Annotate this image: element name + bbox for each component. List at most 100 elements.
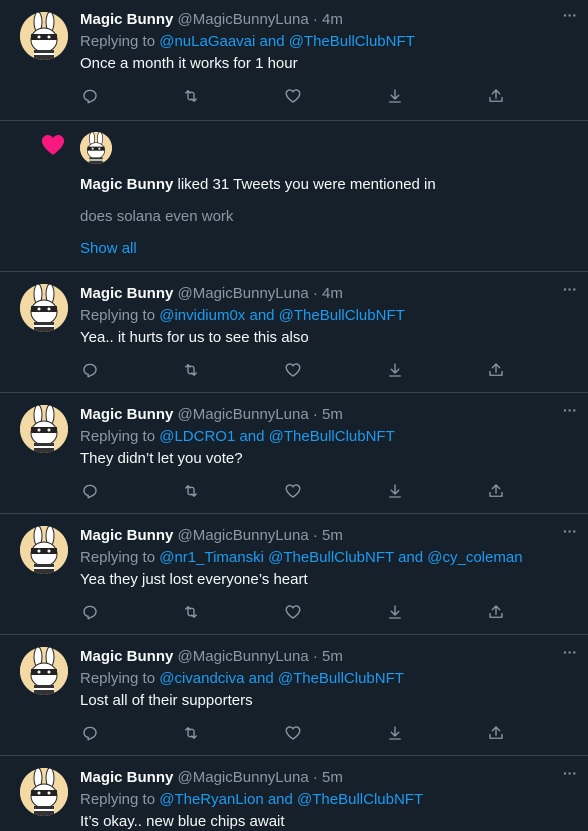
share-icon bbox=[489, 89, 503, 102]
replying-to: Replying to @TheRyanLion and @TheBullClu… bbox=[80, 790, 423, 810]
replying-prefix: Replying to bbox=[80, 33, 160, 50]
like-button[interactable] bbox=[283, 360, 303, 380]
display-name[interactable]: Magic Bunny bbox=[80, 406, 173, 423]
display-name[interactable]: Magic Bunny bbox=[80, 648, 173, 665]
reply-icon bbox=[83, 363, 97, 378]
more-options-button[interactable]: ··· bbox=[560, 524, 580, 546]
tweet-header: Magic Bunny @MagicBunnyLuna · 4m bbox=[80, 284, 343, 304]
like-notification[interactable]: Magic Bunny liked 31 Tweets you were men… bbox=[0, 121, 588, 272]
retweet-button[interactable] bbox=[181, 481, 201, 501]
download-button[interactable] bbox=[385, 360, 405, 380]
tweet-actions bbox=[80, 723, 510, 743]
retweet-icon bbox=[185, 485, 197, 497]
download-button[interactable] bbox=[385, 481, 405, 501]
tweet-text: Yea they just lost everyone’s heart bbox=[80, 571, 308, 588]
timestamp[interactable]: 5m bbox=[322, 527, 343, 544]
timestamp[interactable]: 5m bbox=[322, 769, 343, 786]
download-button[interactable] bbox=[385, 602, 405, 622]
retweet-button[interactable] bbox=[181, 360, 201, 380]
reply-button[interactable] bbox=[80, 723, 100, 743]
avatar[interactable] bbox=[20, 284, 68, 332]
tweet[interactable]: Magic Bunny @MagicBunnyLuna · 4m ··· Rep… bbox=[0, 272, 588, 393]
user-handle[interactable]: @MagicBunnyLuna bbox=[178, 527, 309, 544]
more-options-button[interactable]: ··· bbox=[560, 645, 580, 667]
download-icon bbox=[389, 363, 401, 377]
replying-prefix: Replying to bbox=[80, 549, 160, 566]
download-button[interactable] bbox=[385, 723, 405, 743]
share-icon bbox=[489, 726, 503, 739]
like-button[interactable] bbox=[283, 602, 303, 622]
tweet[interactable]: Magic Bunny @MagicBunnyLuna · 5m ··· Rep… bbox=[0, 635, 588, 756]
notification-snippet[interactable]: does solana even work bbox=[80, 207, 233, 227]
download-button[interactable] bbox=[385, 86, 405, 106]
like-button[interactable] bbox=[283, 86, 303, 106]
replying-prefix: Replying to bbox=[80, 428, 160, 445]
like-icon bbox=[285, 363, 301, 377]
display-name[interactable]: Magic Bunny bbox=[80, 769, 173, 786]
display-name[interactable]: Magic Bunny bbox=[80, 527, 173, 544]
retweet-button[interactable] bbox=[181, 723, 201, 743]
more-options-button[interactable]: ··· bbox=[560, 8, 580, 30]
share-button[interactable] bbox=[486, 360, 506, 380]
download-icon bbox=[389, 605, 401, 619]
reply-button[interactable] bbox=[80, 86, 100, 106]
more-options-button[interactable]: ··· bbox=[560, 403, 580, 425]
avatar[interactable] bbox=[20, 12, 68, 60]
avatar[interactable] bbox=[80, 132, 112, 164]
download-icon bbox=[389, 89, 401, 103]
share-button[interactable] bbox=[486, 86, 506, 106]
display-name[interactable]: Magic Bunny bbox=[80, 176, 173, 193]
like-button[interactable] bbox=[283, 481, 303, 501]
avatar[interactable] bbox=[20, 647, 68, 695]
replying-to-link[interactable]: @nr1_Timanski @TheBullClubNFT and @cy_co… bbox=[159, 549, 522, 566]
tweet[interactable]: Magic Bunny @MagicBunnyLuna · 5m ··· Rep… bbox=[0, 756, 588, 831]
download-icon bbox=[389, 484, 401, 498]
replying-to-link[interactable]: @TheRyanLion and @TheBullClubNFT bbox=[159, 791, 423, 808]
share-button[interactable] bbox=[486, 602, 506, 622]
retweet-button[interactable] bbox=[181, 602, 201, 622]
share-icon bbox=[489, 484, 503, 497]
display-name[interactable]: Magic Bunny bbox=[80, 11, 173, 28]
avatar[interactable] bbox=[20, 405, 68, 453]
like-icon bbox=[285, 726, 301, 740]
timestamp[interactable]: 5m bbox=[322, 648, 343, 665]
tweet-header: Magic Bunny @MagicBunnyLuna · 5m bbox=[80, 405, 343, 425]
user-handle[interactable]: @MagicBunnyLuna bbox=[178, 285, 309, 302]
tweet-header: Magic Bunny @MagicBunnyLuna · 4m bbox=[80, 10, 343, 30]
tweet[interactable]: Magic Bunny @MagicBunnyLuna · 5m ··· Rep… bbox=[0, 393, 588, 514]
replying-to-link[interactable]: @nuLaGaavai and @TheBullClubNFT bbox=[159, 33, 415, 50]
separator-dot: · bbox=[308, 285, 322, 302]
display-name[interactable]: Magic Bunny bbox=[80, 285, 173, 302]
timestamp[interactable]: 5m bbox=[322, 406, 343, 423]
heart-icon bbox=[40, 132, 66, 158]
user-handle[interactable]: @MagicBunnyLuna bbox=[178, 769, 309, 786]
replying-to: Replying to @civandciva and @TheBullClub… bbox=[80, 669, 404, 689]
replying-to-link[interactable]: @LDCRO1 and @TheBullClubNFT bbox=[159, 428, 395, 445]
tweet[interactable]: Magic Bunny @MagicBunnyLuna · 5m ··· Rep… bbox=[0, 514, 588, 635]
tweet[interactable]: Magic Bunny @MagicBunnyLuna · 4m ··· Rep… bbox=[0, 0, 588, 121]
user-handle[interactable]: @MagicBunnyLuna bbox=[178, 648, 309, 665]
timestamp[interactable]: 4m bbox=[322, 285, 343, 302]
share-button[interactable] bbox=[486, 481, 506, 501]
replying-to-link[interactable]: @civandciva and @TheBullClubNFT bbox=[159, 670, 404, 687]
more-options-button[interactable]: ··· bbox=[560, 766, 580, 788]
timestamp[interactable]: 4m bbox=[322, 11, 343, 28]
replying-to-link[interactable]: @invidium0x and @TheBullClubNFT bbox=[159, 307, 405, 324]
reply-button[interactable] bbox=[80, 481, 100, 501]
retweet-button[interactable] bbox=[181, 86, 201, 106]
share-button[interactable] bbox=[486, 723, 506, 743]
avatar[interactable] bbox=[20, 526, 68, 574]
like-icon bbox=[285, 484, 301, 498]
retweet-icon bbox=[185, 727, 197, 739]
reply-button[interactable] bbox=[80, 602, 100, 622]
reply-button[interactable] bbox=[80, 360, 100, 380]
avatar[interactable] bbox=[20, 768, 68, 816]
user-handle[interactable]: @MagicBunnyLuna bbox=[178, 11, 309, 28]
user-handle[interactable]: @MagicBunnyLuna bbox=[178, 406, 309, 423]
more-options-button[interactable]: ··· bbox=[560, 282, 580, 304]
tweet-text: They didn’t let you vote? bbox=[80, 450, 243, 467]
replying-prefix: Replying to bbox=[80, 307, 160, 324]
like-button[interactable] bbox=[283, 723, 303, 743]
show-all-link[interactable]: Show all bbox=[80, 239, 137, 259]
separator-dot: · bbox=[308, 648, 322, 665]
